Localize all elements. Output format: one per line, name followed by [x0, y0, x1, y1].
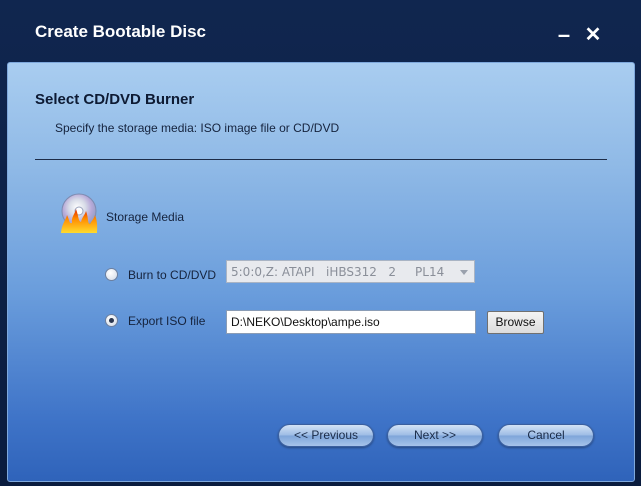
- export-iso-label[interactable]: Export ISO file: [128, 314, 205, 328]
- drive-select[interactable]: 5:0:0,Z: ATAPI iHBS312 2 PL14: [226, 260, 475, 283]
- browse-button[interactable]: Browse: [487, 311, 544, 334]
- minimize-icon[interactable]: –: [553, 24, 575, 46]
- close-icon[interactable]: ✕: [582, 24, 604, 46]
- burn-to-disc-label[interactable]: Burn to CD/DVD: [128, 268, 216, 282]
- cancel-button[interactable]: Cancel: [498, 424, 594, 447]
- previous-button[interactable]: << Previous: [278, 424, 374, 447]
- storage-media-label: Storage Media: [106, 210, 185, 224]
- wizard-panel: Select CD/DVD Burner Specify the storage…: [7, 62, 635, 482]
- window-title: Create Bootable Disc: [35, 22, 206, 41]
- header-divider: [35, 159, 607, 160]
- burn-to-disc-radio[interactable]: [105, 268, 118, 281]
- drive-select-value: 5:0:0,Z: ATAPI iHBS312 2 PL14: [231, 265, 445, 279]
- iso-path-input[interactable]: [226, 310, 476, 334]
- burning-disc-icon: [61, 193, 98, 233]
- chevron-down-icon: [460, 270, 468, 275]
- page-title: Select CD/DVD Burner: [35, 91, 195, 108]
- next-button[interactable]: Next >>: [387, 424, 483, 447]
- page-subtitle: Specify the storage media: ISO image fil…: [55, 121, 340, 135]
- title-bar: Create Bootable Disc – ✕: [0, 0, 641, 62]
- export-iso-radio[interactable]: [105, 314, 118, 327]
- create-bootable-disc-window: Create Bootable Disc – ✕ Select CD/DVD B…: [0, 0, 641, 486]
